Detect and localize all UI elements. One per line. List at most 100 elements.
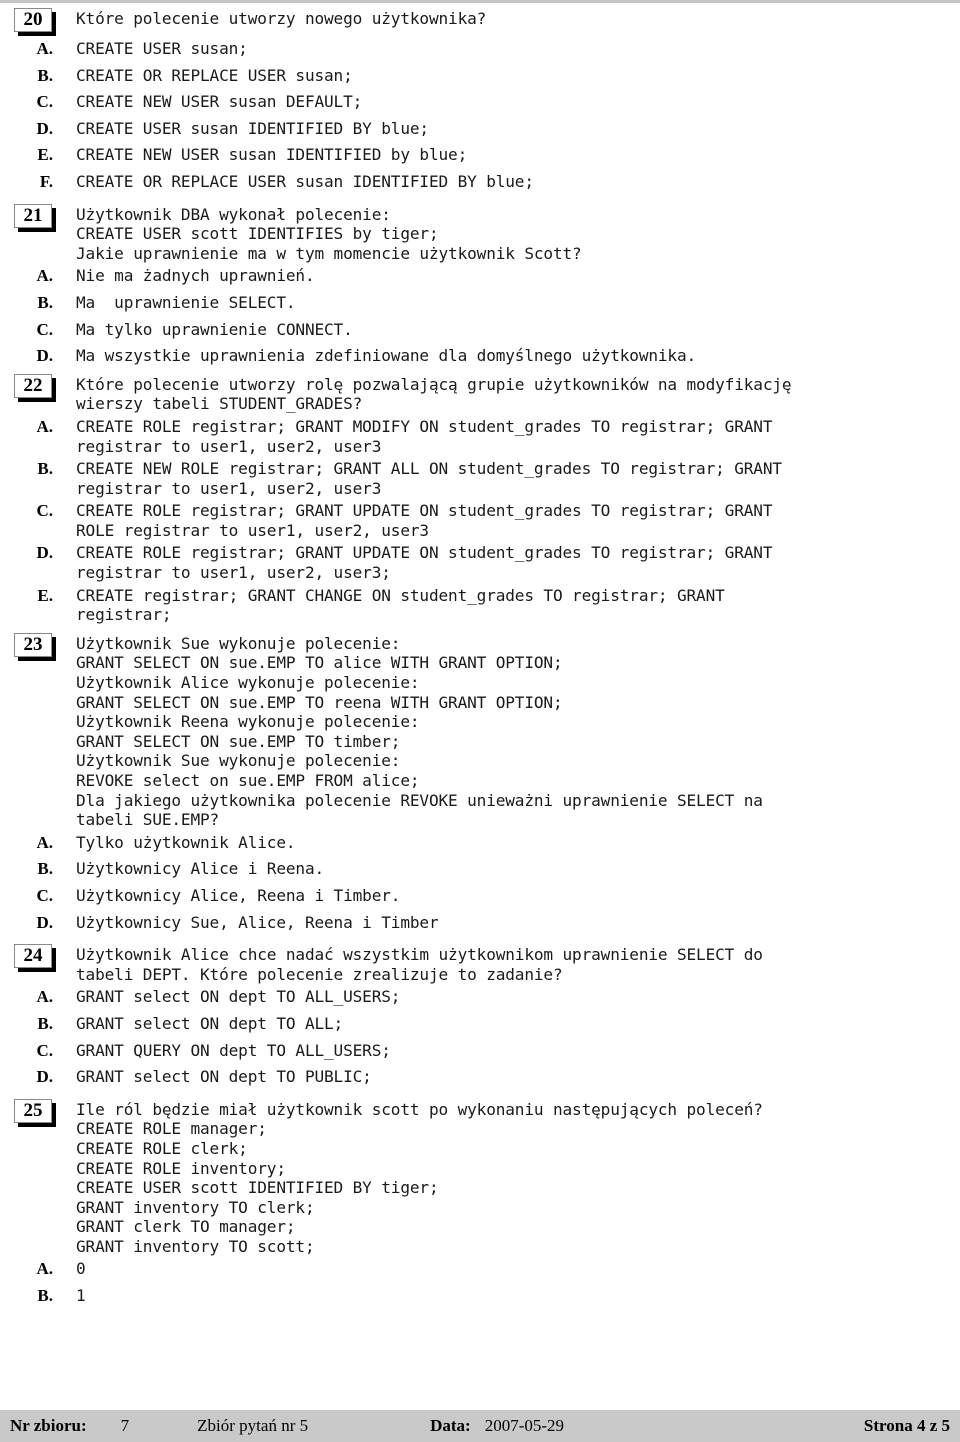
answer-option[interactable]: B. CREATE OR REPLACE USER susan; [8, 66, 952, 86]
footer-collection: Zbiór pytań nr 5 [197, 1416, 309, 1435]
option-text: CREATE registrar; GRANT CHANGE ON studen… [76, 585, 725, 625]
option-text: 0 [76, 1259, 86, 1279]
question-stem: Które polecenie utworzy rolę pozwalającą… [76, 374, 792, 414]
option-text: CREATE ROLE registrar; GRANT UPDATE ON s… [76, 543, 773, 583]
option-letter: D. [36, 346, 53, 366]
question-number-cell: 22 [8, 373, 76, 398]
answer-option[interactable]: A. GRANT select ON dept TO ALL_USERS; [8, 987, 952, 1007]
answer-option[interactable]: A. CREATE USER susan; [8, 39, 952, 59]
option-text: CREATE OR REPLACE USER susan; [76, 65, 353, 85]
option-text: Tylko użytkownik Alice. [76, 832, 296, 852]
answer-option[interactable]: A. Tylko użytkownik Alice. [8, 833, 952, 853]
question-number-badge: 24 [14, 944, 52, 969]
question-stem: Użytkownik Alice chce nadać wszystkim uż… [76, 945, 763, 984]
answer-option[interactable]: B. Użytkownicy Alice i Reena. [8, 859, 952, 879]
question-block: 21 Użytkownik DBA wykonał polecenie: CRE… [8, 203, 952, 366]
answer-option[interactable]: C. CREATE ROLE registrar; GRANT UPDATE O… [8, 501, 952, 540]
question-number-cell: 21 [8, 203, 76, 228]
option-text: CREATE USER susan IDENTIFIED BY blue; [76, 118, 429, 138]
option-letter: C. [36, 92, 53, 112]
answer-option[interactable]: C. Użytkownicy Alice, Reena i Timber. [8, 886, 952, 906]
question-number-badge: 20 [14, 8, 52, 32]
question-stem: Które polecenie utworzy nowego użytkowni… [76, 9, 487, 28]
question-heading: 20 Które polecenie utworzy nowego użytko… [8, 7, 952, 32]
footer-date-label: Data: [430, 1416, 471, 1435]
answer-option[interactable]: D. GRANT select ON dept TO PUBLIC; [8, 1067, 952, 1087]
answer-option[interactable]: C. Ma tylko uprawnienie CONNECT. [8, 320, 952, 340]
footer-page-number: Strona 4 z 5 [863, 1416, 950, 1435]
option-letter: A. [36, 1259, 53, 1279]
question-number-badge: 25 [14, 1098, 52, 1123]
question-block: 20 Które polecenie utworzy nowego użytko… [8, 7, 952, 192]
answer-option[interactable]: D. CREATE ROLE registrar; GRANT UPDATE O… [8, 543, 952, 582]
answer-option[interactable]: E. CREATE registrar; GRANT CHANGE ON stu… [8, 586, 952, 625]
answer-option[interactable]: E. CREATE NEW USER susan IDENTIFIED by b… [8, 145, 952, 165]
answer-option[interactable]: B. GRANT select ON dept TO ALL; [8, 1014, 952, 1034]
option-letter: A. [36, 832, 53, 852]
option-letter: B. [37, 1013, 53, 1033]
question-heading: 21 Użytkownik DBA wykonał polecenie: CRE… [8, 203, 952, 264]
answer-option[interactable]: F. CREATE OR REPLACE USER susan IDENTIFI… [8, 172, 952, 192]
footer-date-value: 2007-05-29 [484, 1416, 565, 1435]
page-content: 20 Które polecenie utworzy nowego użytko… [0, 3, 960, 1389]
option-text: GRANT QUERY ON dept TO ALL_USERS; [76, 1040, 391, 1060]
answer-option[interactable]: B. CREATE NEW ROLE registrar; GRANT ALL … [8, 459, 952, 498]
answer-option[interactable]: D. Użytkownicy Sue, Alice, Reena i Timbe… [8, 913, 952, 933]
question-block: 25 Ile ról będzie miał użytkownik scott … [8, 1098, 952, 1306]
option-text: CREATE NEW ROLE registrar; GRANT ALL ON … [76, 459, 782, 498]
option-text: GRANT select ON dept TO ALL_USERS; [76, 987, 401, 1007]
option-letter: B. [37, 859, 53, 879]
question-heading: 23 Użytkownik Sue wykonuje polecenie: GR… [8, 632, 952, 830]
page-footer: Nr zbioru: 7 Zbiór pytań nr 5 Data: 2007… [0, 1410, 960, 1442]
question-block: 24 Użytkownik Alice chce nadać wszystkim… [8, 943, 952, 1087]
option-letter: B. [37, 459, 53, 479]
question-stem: Użytkownik Sue wykonuje polecenie: GRANT… [76, 633, 763, 830]
option-text: Użytkownicy Alice i Reena. [76, 859, 325, 879]
option-letter: B. [37, 292, 53, 312]
option-text: Ma uprawnienie SELECT. [76, 292, 296, 312]
question-block: 22 Które polecenie utworzy rolę pozwalaj… [8, 373, 952, 625]
question-number-cell: 23 [8, 632, 76, 657]
option-letter: E. [37, 145, 53, 165]
question-stem: Ile ról będzie miał użytkownik scott po … [76, 1099, 763, 1256]
option-letter: D. [36, 1067, 53, 1087]
question-heading: 22 Które polecenie utworzy rolę pozwalaj… [8, 373, 952, 414]
option-letter: B. [37, 65, 53, 85]
answer-option[interactable]: A. Nie ma żadnych uprawnień. [8, 266, 952, 286]
question-number-badge: 22 [14, 373, 52, 398]
option-letter: F. [39, 171, 53, 191]
question-heading: 24 Użytkownik Alice chce nadać wszystkim… [8, 943, 952, 984]
option-text: GRANT select ON dept TO ALL; [76, 1013, 344, 1033]
question-stem: Użytkownik DBA wykonał polecenie: CREATE… [76, 204, 582, 263]
option-text: Użytkownicy Alice, Reena i Timber. [76, 885, 401, 905]
option-letter: C. [36, 885, 53, 905]
answer-option[interactable]: D. CREATE USER susan IDENTIFIED BY blue; [8, 119, 952, 139]
option-text: Nie ma żadnych uprawnień. [76, 266, 315, 286]
option-letter: A. [36, 416, 53, 436]
option-text: Ma wszystkie uprawnienia zdefiniowane dl… [76, 346, 697, 366]
option-letter: C. [36, 501, 53, 521]
option-text: Ma tylko uprawnienie CONNECT. [76, 319, 353, 339]
question-number-badge: 23 [14, 632, 52, 657]
answer-option[interactable]: C. GRANT QUERY ON dept TO ALL_USERS; [8, 1041, 952, 1061]
answer-option[interactable]: A. 0 [8, 1259, 952, 1279]
answer-option[interactable]: B. 1 [8, 1286, 952, 1306]
question-number-cell: 25 [8, 1098, 76, 1123]
option-letter: A. [36, 987, 53, 1007]
option-letter: D. [36, 118, 53, 138]
question-number-cell: 24 [8, 943, 76, 969]
option-text: 1 [76, 1286, 86, 1306]
option-letter: C. [36, 319, 53, 339]
question-number-cell: 20 [8, 7, 76, 32]
answer-option[interactable]: D. Ma wszystkie uprawnienia zdefiniowane… [8, 346, 952, 366]
answer-option[interactable]: C. CREATE NEW USER susan DEFAULT; [8, 92, 952, 112]
answer-option[interactable]: A. CREATE ROLE registrar; GRANT MODIFY O… [8, 417, 952, 456]
option-text: CREATE NEW USER susan DEFAULT; [76, 92, 363, 112]
option-text: CREATE USER susan; [76, 39, 248, 58]
answer-option[interactable]: B. Ma uprawnienie SELECT. [8, 293, 952, 313]
footer-set-value: 7 [120, 1416, 130, 1435]
option-text: GRANT select ON dept TO PUBLIC; [76, 1067, 372, 1087]
footer-bar: Nr zbioru: 7 Zbiór pytań nr 5 Data: 2007… [0, 1410, 960, 1442]
option-text: CREATE ROLE registrar; GRANT MODIFY ON s… [76, 416, 773, 456]
option-letter: D. [36, 912, 53, 932]
